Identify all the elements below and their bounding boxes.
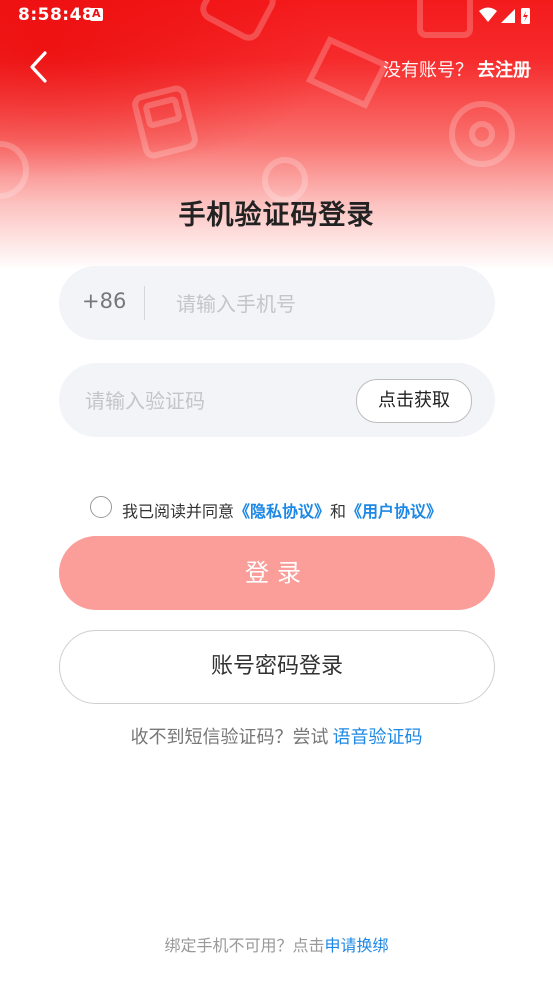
- signal-icon: [501, 9, 515, 23]
- page-title: 手机验证码登录: [178, 200, 375, 231]
- back-button[interactable]: [26, 50, 56, 84]
- phone-input[interactable]: [174, 286, 478, 322]
- register-link[interactable]: 去注册: [477, 60, 531, 81]
- register-prompt: 没有账号？ 去注册: [383, 56, 531, 82]
- agreement-checkbox[interactable]: [90, 496, 112, 518]
- status-time: 8:58:48: [18, 5, 95, 25]
- register-question: 没有账号？: [383, 60, 473, 81]
- rebind-link[interactable]: 申请换绑: [325, 936, 389, 955]
- sms-help-text: 收不到短信验证码？尝试: [130, 727, 329, 748]
- decorative-pattern: [0, 0, 515, 203]
- notification-app-icon: A: [90, 7, 103, 21]
- chevron-left-icon: [30, 51, 47, 83]
- system-status-icons: [479, 7, 530, 24]
- login-button[interactable]: 登录: [59, 536, 495, 610]
- user-agreement-link[interactable]: 《用户协议》: [346, 502, 442, 521]
- agreement-prefix: 我已阅读并同意: [122, 502, 235, 521]
- country-code[interactable]: +86: [82, 289, 126, 313]
- status-bar: 8:58:48 A: [0, 0, 553, 32]
- get-code-button[interactable]: 点击获取: [356, 379, 472, 423]
- rebind-help-text: 绑定手机不可用？点击: [164, 936, 325, 955]
- code-field: 点击获取: [59, 363, 495, 437]
- header-background: [0, 0, 553, 280]
- password-login-button[interactable]: 账号密码登录: [59, 630, 495, 704]
- rebind-help: 绑定手机不可用？点击申请换绑: [0, 932, 553, 956]
- voice-code-link[interactable]: 语音验证码: [333, 727, 423, 748]
- agreement-text: 我已阅读并同意《隐私协议》和《用户协议》: [122, 498, 442, 522]
- code-input[interactable]: [83, 383, 347, 419]
- agreement-and: 和: [330, 502, 347, 521]
- field-divider: [144, 286, 145, 320]
- phone-field: +86: [59, 266, 495, 340]
- privacy-policy-link[interactable]: 《隐私协议》: [234, 502, 330, 521]
- wifi-icon: [479, 7, 497, 22]
- sms-help: 收不到短信验证码？尝试 语音验证码: [0, 723, 553, 749]
